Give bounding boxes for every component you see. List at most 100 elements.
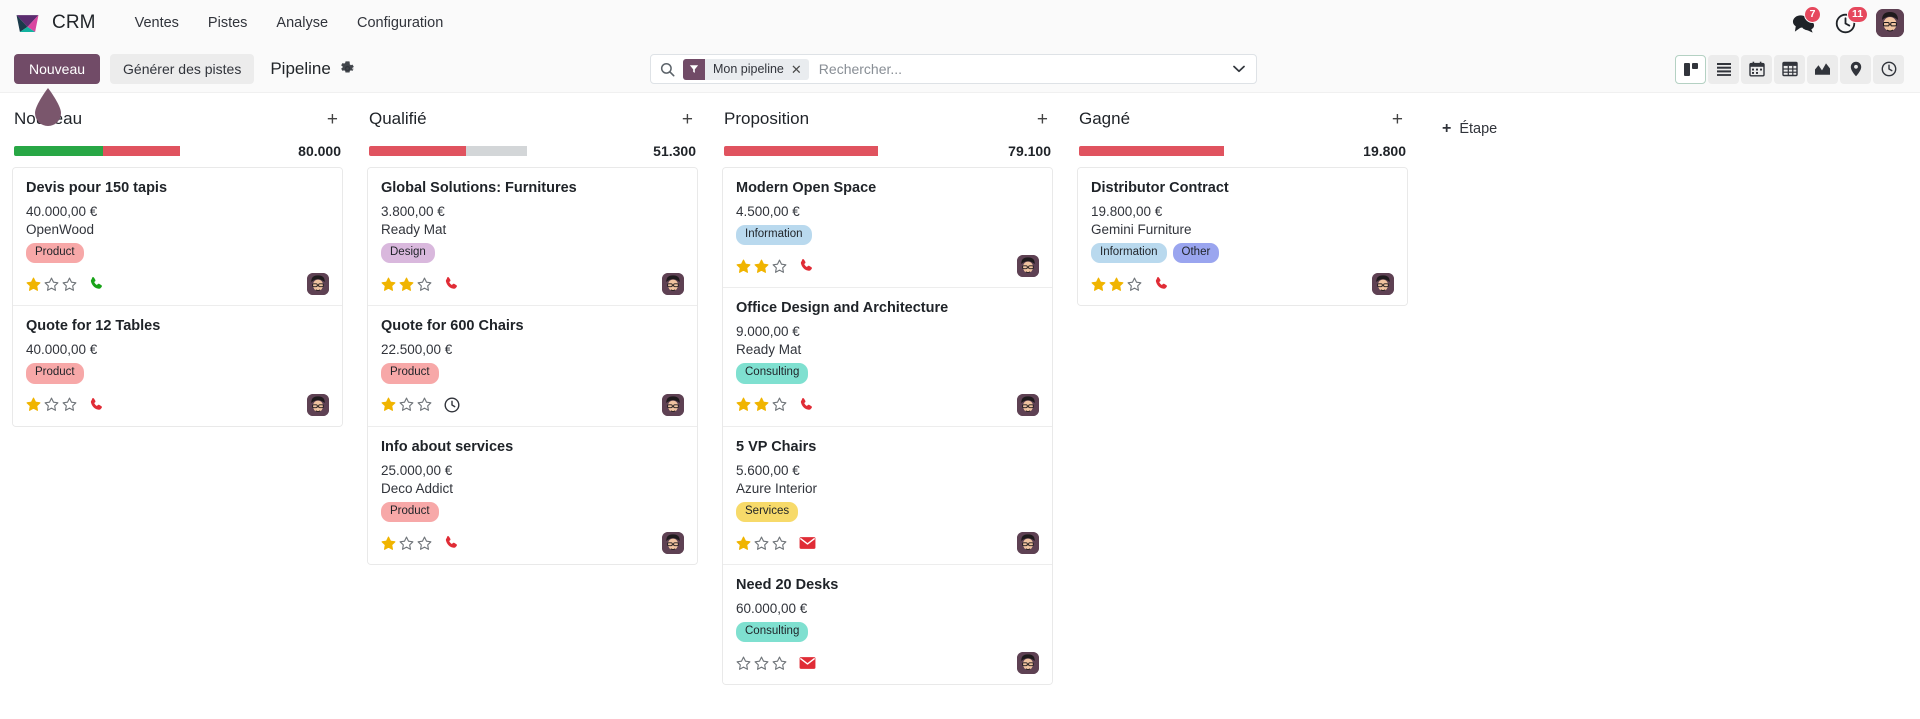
- kanban-card-avatar[interactable]: [1017, 393, 1039, 416]
- activity-status-icon[interactable]: [799, 397, 815, 413]
- view-button-pivot[interactable]: [1774, 54, 1805, 84]
- clock-icon[interactable]: [444, 397, 460, 413]
- menu-ventes[interactable]: Ventes: [122, 9, 192, 37]
- progress-segment[interactable]: [103, 146, 180, 156]
- star-empty-icon[interactable]: [772, 656, 787, 671]
- user-avatar[interactable]: [1017, 393, 1039, 416]
- kanban-card-avatar[interactable]: [1372, 273, 1394, 296]
- star-filled-icon[interactable]: [1109, 277, 1124, 292]
- star-filled-icon[interactable]: [399, 277, 414, 292]
- star-filled-icon[interactable]: [754, 397, 769, 412]
- gear-icon[interactable]: [340, 61, 355, 76]
- star-filled-icon[interactable]: [736, 536, 751, 551]
- priority-stars[interactable]: [736, 656, 787, 671]
- kanban-column-add-button[interactable]: +: [1034, 110, 1051, 129]
- search-facet-mon-pipeline[interactable]: Mon pipeline ✕: [683, 58, 809, 80]
- phone-icon[interactable]: [1154, 276, 1170, 292]
- kanban-card[interactable]: Devis pour 150 tapis 40.000,00 € OpenWood P…: [13, 168, 342, 307]
- kanban-card-tag[interactable]: Services: [736, 501, 799, 523]
- star-empty-icon[interactable]: [772, 536, 787, 551]
- user-avatar[interactable]: [307, 393, 329, 416]
- star-empty-icon[interactable]: [62, 397, 77, 412]
- star-empty-icon[interactable]: [399, 536, 414, 551]
- kanban-card[interactable]: Quote for 600 Chairs 22.500,00 € Product: [368, 306, 697, 427]
- menu-configuration[interactable]: Configuration: [344, 9, 456, 37]
- kanban-card-avatar[interactable]: [662, 273, 684, 296]
- user-avatar[interactable]: [1017, 255, 1039, 278]
- kanban-card-tag[interactable]: Other: [1172, 242, 1220, 264]
- user-avatar[interactable]: [662, 273, 684, 296]
- kanban-card-tag[interactable]: Product: [381, 363, 439, 384]
- kanban-card-avatar[interactable]: [1017, 652, 1039, 675]
- search-view[interactable]: Mon pipeline ✕: [650, 54, 1257, 84]
- search-input[interactable]: [818, 61, 1220, 77]
- phone-icon[interactable]: [799, 258, 815, 274]
- chevron-down-icon[interactable]: [1220, 55, 1256, 83]
- star-empty-icon[interactable]: [417, 536, 432, 551]
- menu-pistes[interactable]: Pistes: [195, 9, 261, 37]
- user-avatar-button[interactable]: [1876, 9, 1904, 37]
- star-empty-icon[interactable]: [1127, 277, 1142, 292]
- kanban-card-avatar[interactable]: [662, 393, 684, 416]
- view-button-activity[interactable]: [1873, 54, 1904, 84]
- activity-status-icon[interactable]: [89, 397, 105, 413]
- star-empty-icon[interactable]: [44, 277, 59, 292]
- phone-icon[interactable]: [89, 276, 105, 292]
- activity-status-icon[interactable]: [799, 258, 815, 274]
- progress-segment[interactable]: [724, 146, 879, 156]
- user-avatar[interactable]: [662, 532, 684, 555]
- progress-segment[interactable]: [369, 146, 466, 156]
- kanban-card[interactable]: Global Solutions: Furnitures 3.800,00 € Re…: [368, 168, 697, 307]
- envelope-icon[interactable]: [799, 656, 816, 670]
- kanban-card[interactable]: Office Design and Architecture 9.000,00 €…: [723, 288, 1052, 427]
- star-empty-icon[interactable]: [62, 277, 77, 292]
- kanban-card-avatar[interactable]: [307, 273, 329, 296]
- kanban-card-tag[interactable]: Consulting: [736, 621, 809, 643]
- phone-icon[interactable]: [444, 535, 460, 551]
- star-filled-icon[interactable]: [381, 397, 396, 412]
- generate-leads-button[interactable]: Générer des pistes: [110, 53, 255, 85]
- priority-stars[interactable]: [381, 536, 432, 551]
- kanban-card[interactable]: Info about services 25.000,00 € Deco Addic…: [368, 426, 697, 565]
- star-empty-icon[interactable]: [417, 397, 432, 412]
- star-filled-icon[interactable]: [754, 259, 769, 274]
- kanban-card-avatar[interactable]: [1017, 255, 1039, 278]
- user-avatar[interactable]: [1372, 273, 1394, 296]
- kanban-card-tag[interactable]: Product: [381, 501, 439, 523]
- star-empty-icon[interactable]: [44, 397, 59, 412]
- kanban-card-tag[interactable]: Product: [26, 242, 84, 264]
- kanban-card-tag[interactable]: Consulting: [736, 363, 809, 384]
- user-avatar[interactable]: [662, 393, 684, 416]
- phone-icon[interactable]: [444, 276, 460, 292]
- close-icon[interactable]: ✕: [791, 63, 809, 76]
- star-filled-icon[interactable]: [26, 397, 41, 412]
- envelope-icon[interactable]: [799, 536, 816, 550]
- user-avatar[interactable]: [1017, 532, 1039, 555]
- star-empty-icon[interactable]: [417, 277, 432, 292]
- progress-segment[interactable]: [14, 146, 104, 156]
- activity-status-icon[interactable]: [799, 536, 816, 550]
- view-button-graph[interactable]: [1807, 54, 1838, 84]
- kanban-card-tag[interactable]: Design: [381, 242, 435, 264]
- app-brand[interactable]: CRM: [14, 10, 96, 37]
- kanban-column-add-button[interactable]: +: [324, 110, 341, 129]
- add-stage-button[interactable]: + Étape: [1434, 117, 1505, 141]
- view-button-kanban[interactable]: [1675, 54, 1706, 84]
- priority-stars[interactable]: [26, 397, 77, 412]
- activity-status-icon[interactable]: [444, 535, 460, 551]
- menu-analyse[interactable]: Analyse: [263, 9, 341, 37]
- priority-stars[interactable]: [381, 397, 432, 412]
- kanban-card[interactable]: Modern Open Space 4.500,00 € Information: [723, 168, 1052, 289]
- activity-status-icon[interactable]: [89, 276, 105, 292]
- star-filled-icon[interactable]: [26, 277, 41, 292]
- priority-stars[interactable]: [736, 259, 787, 274]
- star-filled-icon[interactable]: [736, 397, 751, 412]
- progress-segment[interactable]: [465, 146, 528, 156]
- priority-stars[interactable]: [736, 536, 787, 551]
- activity-status-icon[interactable]: [444, 276, 460, 292]
- activity-status-icon[interactable]: [1154, 276, 1170, 292]
- priority-stars[interactable]: [736, 397, 787, 412]
- activities-button[interactable]: 11: [1835, 5, 1869, 34]
- kanban-card-avatar[interactable]: [307, 393, 329, 416]
- star-empty-icon[interactable]: [754, 536, 769, 551]
